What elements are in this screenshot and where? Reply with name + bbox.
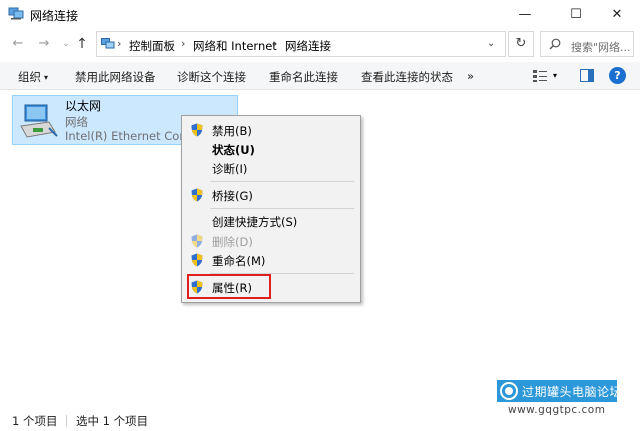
- minimize-button[interactable]: —: [502, 0, 548, 28]
- status-divider: [66, 415, 67, 427]
- change-view-icon[interactable]: [532, 69, 548, 83]
- preview-pane-icon[interactable]: [580, 69, 594, 82]
- menu-separator: [210, 181, 354, 182]
- watermark-url: www.gqgtpc.com: [508, 404, 606, 416]
- properties-highlight-annotation: [187, 274, 271, 299]
- breadcrumb-separator[interactable]: ›: [181, 37, 185, 50]
- search-input[interactable]: 搜索"网络...: [540, 31, 634, 57]
- maximize-button[interactable]: ☐: [553, 0, 599, 28]
- watermark-badge-icon: [500, 382, 518, 400]
- menu-item-status[interactable]: 状态(U): [182, 139, 360, 159]
- uac-shield-icon: [191, 188, 203, 202]
- menu-item-diagnose[interactable]: 诊断(I): [182, 158, 360, 178]
- breadcrumb-network-internet[interactable]: 网络和 Internet: [193, 38, 277, 54]
- control-panel-icon: [101, 38, 115, 49]
- refresh-button[interactable]: ↻: [508, 31, 534, 57]
- menu-separator: [210, 208, 354, 209]
- menu-item-label: 重命名(M): [212, 254, 266, 268]
- recent-locations-button[interactable]: ⌄: [58, 36, 74, 52]
- more-commands-button[interactable]: »: [467, 69, 474, 83]
- selected-count: 选中 1 个项目: [76, 414, 149, 428]
- menu-item-delete: 删除(D): [182, 231, 360, 251]
- window-title: 网络连接: [30, 9, 79, 23]
- connection-network: 网络: [65, 115, 88, 129]
- address-row: ← → ⌄ ↑ › 控制面板 › 网络和 Internet › 网络连接 ⌄ ↻…: [0, 28, 640, 60]
- address-dropdown-icon[interactable]: ⌄: [487, 38, 495, 49]
- forward-button[interactable]: →: [36, 36, 52, 52]
- item-count: 1 个项目: [12, 414, 58, 428]
- menu-item-create-shortcut[interactable]: 创建快捷方式(S): [182, 211, 360, 231]
- back-button[interactable]: ←: [10, 36, 26, 52]
- search-icon: [549, 38, 561, 50]
- watermark-title: 过期罐头电脑论坛: [522, 385, 623, 399]
- rename-button[interactable]: 重命名此连接: [269, 69, 338, 85]
- view-options-caret-icon[interactable]: ▾: [553, 71, 557, 80]
- organize-label: 组织: [18, 70, 41, 84]
- menu-item-label: 创建快捷方式(S): [212, 215, 298, 229]
- breadcrumb-control-panel[interactable]: 控制面板: [129, 38, 175, 54]
- command-bar: 组织 ▾ 禁用此网络设备 诊断这个连接 重命名此连接 查看此连接的状态 » ▾ ?: [0, 62, 640, 90]
- address-bar[interactable]: › 控制面板 › 网络和 Internet › 网络连接 ⌄: [96, 31, 506, 57]
- menu-item-label: 状态(U): [212, 143, 255, 157]
- connection-name: 以太网: [65, 99, 102, 113]
- uac-shield-icon: [191, 234, 203, 248]
- ethernet-adapter-icon: [20, 104, 58, 138]
- menu-item-disable[interactable]: 禁用(B): [182, 120, 360, 140]
- disable-device-button[interactable]: 禁用此网络设备: [75, 69, 156, 85]
- breadcrumb-network-connections[interactable]: 网络连接: [285, 38, 331, 54]
- title-bar: 网络连接 — ☐ ✕: [0, 0, 640, 28]
- close-button[interactable]: ✕: [594, 0, 640, 28]
- breadcrumb-separator: ›: [117, 37, 122, 50]
- menu-item-bridge[interactable]: 桥接(G): [182, 185, 360, 205]
- menu-item-label: 诊断(I): [212, 162, 248, 176]
- menu-item-label: 禁用(B): [212, 124, 252, 138]
- breadcrumb-separator[interactable]: ›: [273, 37, 277, 50]
- network-connections-icon: [8, 7, 24, 20]
- menu-item-label: 桥接(G): [212, 189, 253, 203]
- help-button[interactable]: ?: [609, 67, 626, 84]
- diagnose-button[interactable]: 诊断这个连接: [177, 69, 246, 85]
- uac-shield-icon: [191, 123, 203, 137]
- view-status-button[interactable]: 查看此连接的状态: [361, 69, 453, 85]
- up-button[interactable]: ↑: [74, 36, 90, 52]
- menu-item-label: 删除(D): [212, 235, 253, 249]
- organize-menu[interactable]: 组织 ▾: [18, 69, 48, 85]
- watermark-logo: 过期罐头电脑论坛: [497, 380, 622, 402]
- uac-shield-icon: [191, 253, 203, 267]
- search-placeholder: 搜索"网络...: [571, 41, 631, 54]
- caret-down-icon: ▾: [44, 73, 49, 82]
- menu-item-rename[interactable]: 重命名(M): [182, 250, 360, 270]
